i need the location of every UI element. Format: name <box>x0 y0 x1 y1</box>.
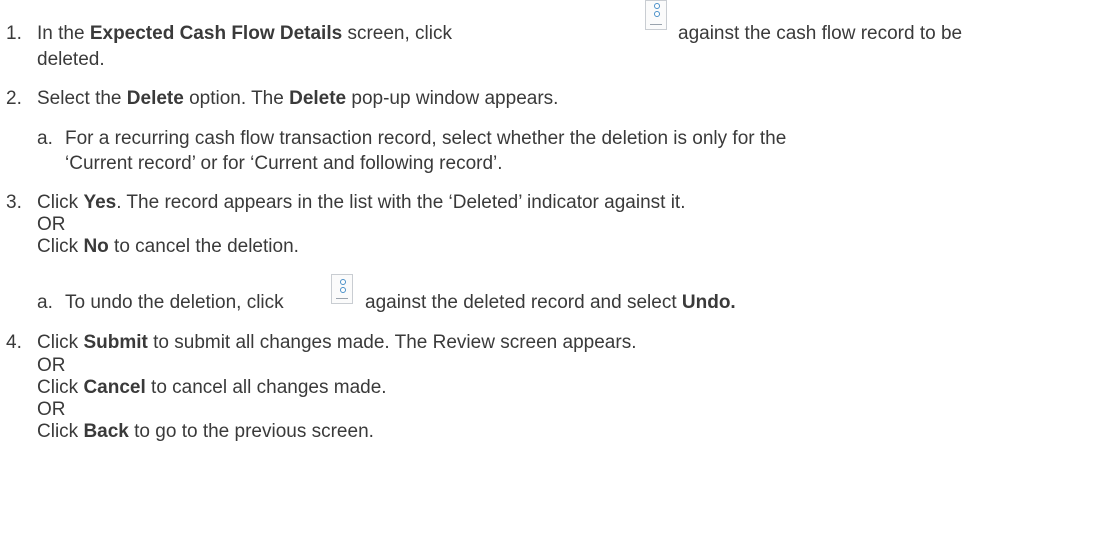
step-text: pop-up window appears. <box>346 88 559 109</box>
kebab-menu-icon <box>331 274 353 304</box>
dot <box>654 11 660 17</box>
button-name: Yes <box>83 192 117 213</box>
button-name: Cancel <box>83 377 146 398</box>
sub-step-text: For a recurring cash flow transaction re… <box>65 128 787 149</box>
step-text: In the <box>37 23 90 44</box>
step-text: Click <box>37 236 84 257</box>
step-1-tail: against the cash flow record to be <box>678 23 963 44</box>
sub-step-letter: a. <box>37 128 53 149</box>
icon-base <box>336 296 348 299</box>
step-text: Select the <box>37 88 127 109</box>
step-text: screen, click <box>342 23 452 44</box>
step-text: to submit all changes made. The Review s… <box>147 332 637 353</box>
dot <box>654 3 660 9</box>
step-3-line: 3. Click Yes. The record appears in the … <box>6 192 685 214</box>
step-4-alt-1: Click Cancel to cancel all changes made. <box>37 377 387 399</box>
or-separator: OR <box>37 214 66 235</box>
step-1-line-2: deleted. <box>37 49 105 70</box>
option-name: Delete <box>126 88 184 109</box>
kebab-menu-icon <box>645 0 667 30</box>
step-2-line: 2. Select the Delete option. The Delete … <box>6 88 558 110</box>
step-2-text: Select the Delete option. The Delete pop… <box>37 88 558 110</box>
step-text: option. The <box>183 88 290 109</box>
step-text: to cancel the deletion. <box>108 236 299 257</box>
step-text: against the deleted record and select <box>365 292 682 313</box>
button-name: No <box>83 236 109 257</box>
step-text: to cancel all changes made. <box>145 377 387 398</box>
or-separator: OR <box>37 399 66 420</box>
step-number: 1. <box>6 23 22 44</box>
dot <box>340 287 346 293</box>
dot <box>340 279 346 285</box>
step-text: Click <box>37 332 84 353</box>
step-4-line: 4. Click Submit to submit all changes ma… <box>6 332 636 354</box>
step-number: 3. <box>6 192 22 213</box>
step-4-alt-2: Click Back to go to the previous screen. <box>37 421 374 443</box>
step-text: . The record appears in the list with th… <box>116 192 686 213</box>
button-name: Submit <box>83 332 148 353</box>
step-3-alt: Click No to cancel the deletion. <box>37 236 299 258</box>
step-text: Click <box>37 421 84 442</box>
window-name: Delete <box>289 88 347 109</box>
option-name: Undo. <box>681 292 736 313</box>
step-text: Click <box>37 192 84 213</box>
step-text: to go to the previous screen. <box>128 421 374 442</box>
step-1-line-1: 1. In the Expected Cash Flow Details scr… <box>6 23 452 45</box>
step-3a-tail: against the deleted record and select Un… <box>365 292 736 314</box>
step-4-text: Click Submit to submit all changes made.… <box>37 332 636 354</box>
step-3a-text: To undo the deletion, click <box>65 292 284 313</box>
step-number: 4. <box>6 332 22 353</box>
step-number: 2. <box>6 88 22 109</box>
step-2a-line-1: a. For a recurring cash flow transaction… <box>37 128 786 150</box>
step-3a-letter: a. <box>37 292 53 313</box>
step-1-text: In the Expected Cash Flow Details screen… <box>37 23 452 45</box>
button-name: Back <box>83 421 129 442</box>
step-2a-line-2: ‘Current record’ or for ‘Current and fol… <box>65 153 503 174</box>
icon-base <box>650 22 662 25</box>
step-3-text: Click Yes. The record appears in the lis… <box>37 192 685 214</box>
screen-name: Expected Cash Flow Details <box>89 23 343 44</box>
step-text: Click <box>37 377 84 398</box>
or-separator: OR <box>37 355 66 376</box>
